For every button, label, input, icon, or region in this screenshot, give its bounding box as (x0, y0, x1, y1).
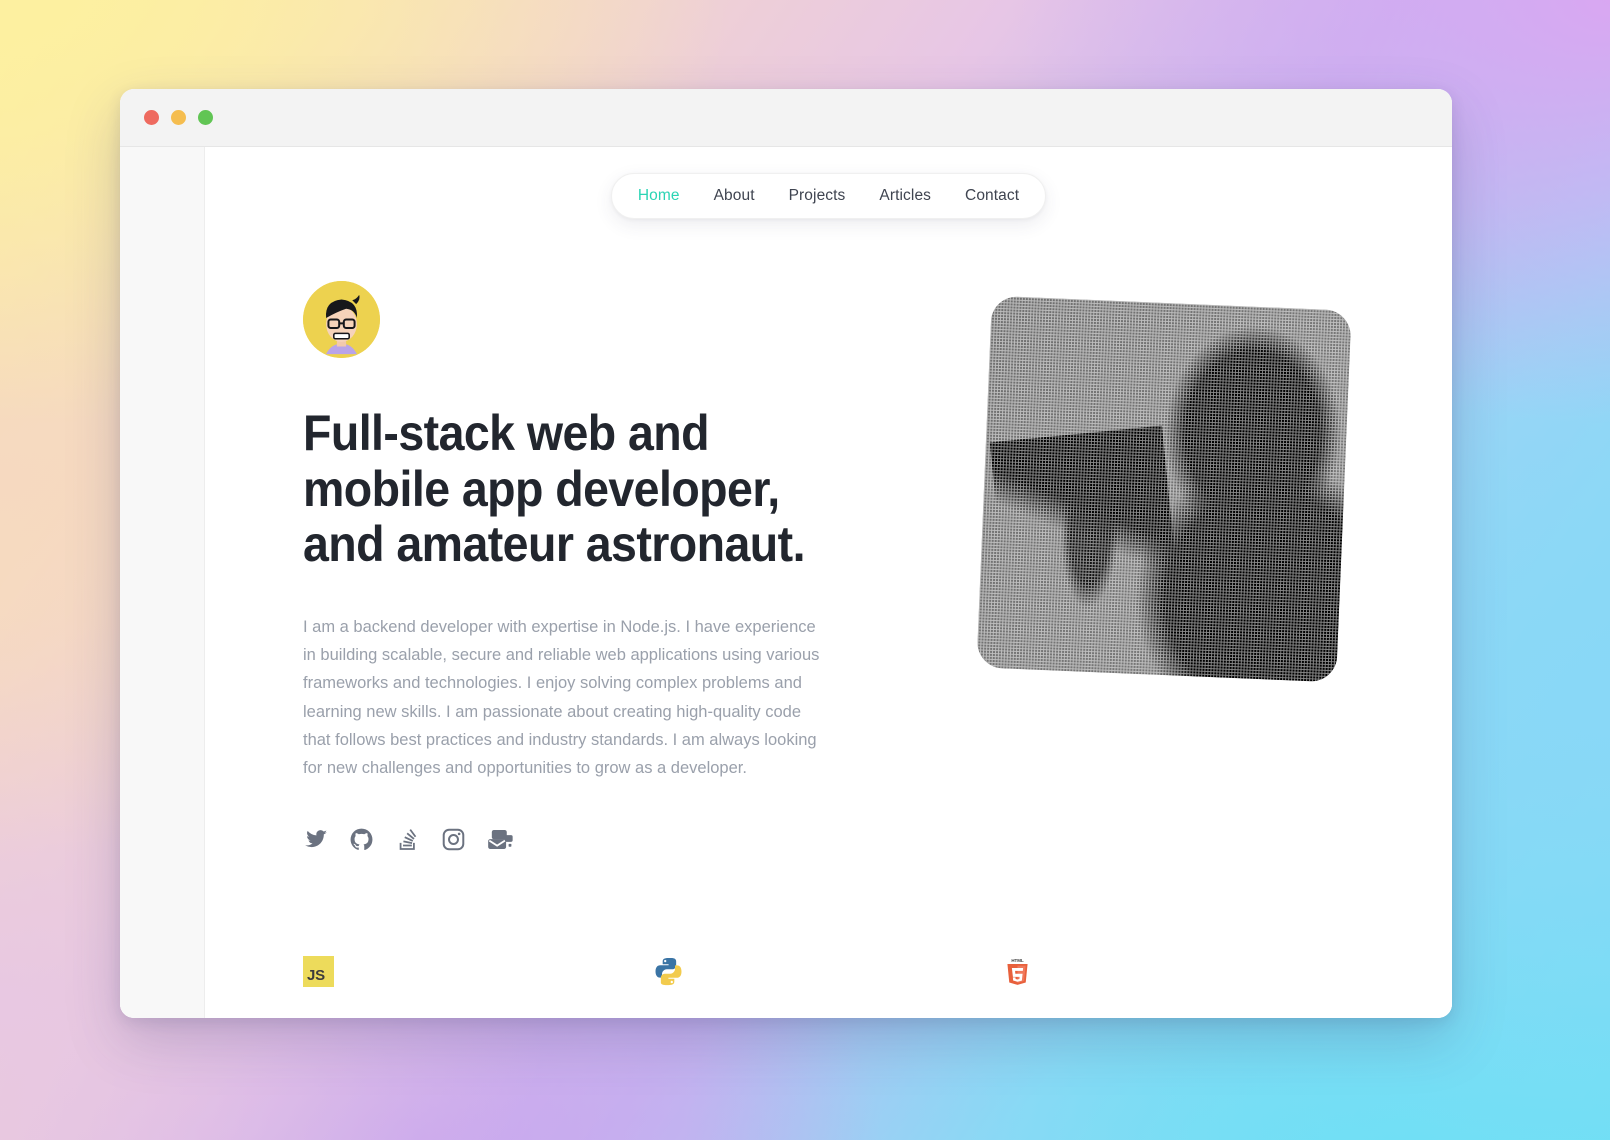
project-title: Project 3 (1002, 1017, 1294, 1018)
hero-text-column: Full-stack web and mobile app developer,… (303, 281, 915, 852)
svg-text:HTML: HTML (1012, 958, 1025, 963)
mail-icon[interactable] (487, 827, 514, 852)
hero-photo (975, 295, 1352, 683)
browser-window: Home About Projects Articles Contact Ful… (120, 89, 1452, 1018)
project-card-3[interactable]: HTML Project 3 Lorem ipsum dolor sit ame… (1002, 956, 1352, 1018)
close-button[interactable] (144, 110, 159, 125)
projects-section: JS Project 1 Lorem ipsum dolor sit amet.… (205, 852, 1452, 1018)
page-viewport: Home About Projects Articles Contact Ful… (205, 147, 1452, 1018)
github-icon[interactable] (349, 827, 374, 852)
maximize-button[interactable] (198, 110, 213, 125)
nav-item-articles[interactable]: Articles (879, 187, 931, 205)
avatar[interactable] (303, 281, 380, 358)
nav-container: Home About Projects Articles Contact (205, 147, 1452, 219)
twitter-icon[interactable] (303, 827, 328, 852)
hero-description: I am a backend developer with expertise … (303, 617, 820, 778)
project-title: Project 1 (303, 1017, 595, 1018)
javascript-icon-label: JS (303, 955, 334, 987)
nav-item-home[interactable]: Home (638, 187, 680, 205)
instagram-icon[interactable] (441, 827, 466, 852)
nav-item-projects[interactable]: Projects (789, 187, 846, 205)
hero-section: Full-stack web and mobile app developer,… (205, 219, 1452, 852)
project-card-1[interactable]: JS Project 1 Lorem ipsum dolor sit amet.… (303, 955, 653, 1018)
browser-body: Home About Projects Articles Contact Ful… (120, 147, 1452, 1018)
primary-nav: Home About Projects Articles Contact (610, 173, 1047, 219)
page-title: Full-stack web and mobile app developer,… (303, 405, 805, 572)
browser-sidebar (120, 147, 205, 1018)
nav-item-about[interactable]: About (714, 187, 755, 205)
nav-item-contact[interactable]: Contact (965, 187, 1019, 205)
stack-overflow-icon[interactable] (395, 827, 420, 852)
window-titlebar (120, 89, 1452, 147)
html5-icon: HTML (1002, 956, 1033, 987)
project-title: Project 2 (653, 1017, 945, 1018)
social-links (303, 827, 915, 852)
python-icon (653, 956, 684, 987)
hero-photo-column (975, 281, 1352, 852)
javascript-icon: JS (303, 955, 334, 987)
minimize-button[interactable] (171, 110, 186, 125)
project-card-2[interactable]: Project 2 Lorem ipsum dolor sit amet. Et… (653, 956, 1003, 1018)
